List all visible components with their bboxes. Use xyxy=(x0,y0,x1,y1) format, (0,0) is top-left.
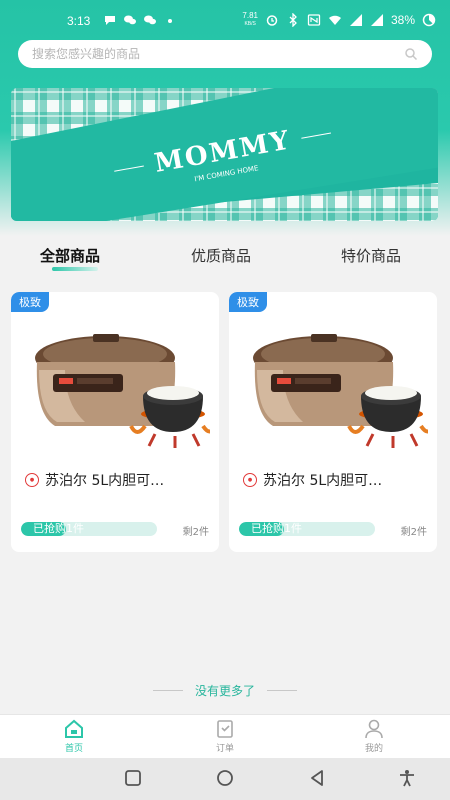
search-bar[interactable] xyxy=(18,40,432,68)
category-tabs: 全部商品 优质商品 特价商品 xyxy=(0,236,450,284)
notification-icons xyxy=(103,13,177,27)
active-tab-indicator xyxy=(52,267,98,271)
tab-quality-products[interactable]: 优质商品 xyxy=(191,245,251,266)
signal-icon xyxy=(370,14,383,26)
product-title-row: ● 苏泊尔 5L内胆可… xyxy=(243,470,428,490)
wifi-icon xyxy=(328,15,341,25)
dot-icon xyxy=(168,19,172,23)
product-badge: 极致 xyxy=(11,292,49,312)
order-icon xyxy=(217,720,233,738)
back-icon[interactable] xyxy=(308,769,326,787)
net-speed-unit: KB/S xyxy=(244,21,256,27)
nav-home[interactable]: 首页 xyxy=(44,719,104,754)
wechat-icon xyxy=(124,15,136,25)
chat-bubble-icon xyxy=(105,16,115,25)
home-icon xyxy=(65,719,83,738)
profile-icon xyxy=(365,719,383,739)
wechat-icon xyxy=(144,15,156,25)
remaining-stock: 剩2件 xyxy=(400,527,427,538)
purchase-progress-label: 已抢购1件 xyxy=(251,522,302,535)
no-more-text: 没有更多了 xyxy=(194,683,255,698)
tab-special-offers[interactable]: 特价商品 xyxy=(341,245,401,266)
header-background: 3:13 7.81 KB/S 38% 搜索您感兴趣的商品 MOMMY I'M C… xyxy=(0,0,450,236)
product-title-row: ● 苏泊尔 5L内胆可… xyxy=(25,470,210,490)
product-badge: 极致 xyxy=(229,292,267,312)
nfc-icon xyxy=(307,14,321,26)
recent-apps-icon[interactable] xyxy=(124,769,142,787)
divider xyxy=(152,689,183,691)
product-card[interactable]: 极致 ● 苏泊尔 5L内胆可… 已抢购1件 剩2件 xyxy=(11,292,219,552)
bottom-navigation: 首页 订单 我的 xyxy=(0,714,450,758)
status-time: 3:13 xyxy=(67,14,91,28)
no-more-indicator: 没有更多了 xyxy=(0,680,450,700)
divider xyxy=(267,689,297,691)
net-speed: 7.81 KB/S xyxy=(242,12,258,28)
purchase-progress-bar: 已抢购1件 xyxy=(239,522,375,536)
purchase-progress-bar: 已抢购1件 xyxy=(21,522,157,536)
signal-icon xyxy=(349,14,362,26)
product-card[interactable]: 极致 ● 苏泊尔 5L内胆可… 已抢购1件 剩2件 xyxy=(229,292,437,552)
system-navigation-bar xyxy=(0,758,450,800)
battery-icon xyxy=(422,13,436,27)
nav-orders-label: 订单 xyxy=(215,744,234,754)
accessibility-icon[interactable] xyxy=(398,769,416,787)
search-icon[interactable] xyxy=(404,47,418,61)
product-image[interactable] xyxy=(243,314,428,454)
alarm-icon xyxy=(266,15,278,26)
bluetooth-icon xyxy=(289,13,297,27)
product-image[interactable] xyxy=(25,314,210,454)
tab-all-products[interactable]: 全部商品 xyxy=(40,245,100,266)
shop-logo-icon: ● xyxy=(25,473,39,487)
home-circle-icon[interactable] xyxy=(216,769,234,787)
product-title: 苏泊尔 5L内胆可… xyxy=(45,473,165,489)
nav-home-label: 首页 xyxy=(64,744,83,754)
net-speed-value: 7.81 xyxy=(242,11,258,20)
nav-profile[interactable]: 我的 xyxy=(344,719,404,754)
status-bar: 3:13 7.81 KB/S 38% xyxy=(0,0,450,38)
nav-orders[interactable]: 订单 xyxy=(195,719,255,754)
status-right: 7.81 KB/S 38% xyxy=(242,12,436,28)
nav-profile-label: 我的 xyxy=(364,744,383,754)
remaining-stock: 剩2件 xyxy=(182,527,209,538)
search-input[interactable] xyxy=(32,47,404,61)
battery-level: 38% xyxy=(390,13,415,27)
shop-logo-icon: ● xyxy=(243,473,257,487)
purchase-progress-label: 已抢购1件 xyxy=(33,522,84,535)
promo-banner[interactable]: MOMMY I'M COMING HOME xyxy=(11,88,438,221)
product-title: 苏泊尔 5L内胆可… xyxy=(263,473,383,489)
